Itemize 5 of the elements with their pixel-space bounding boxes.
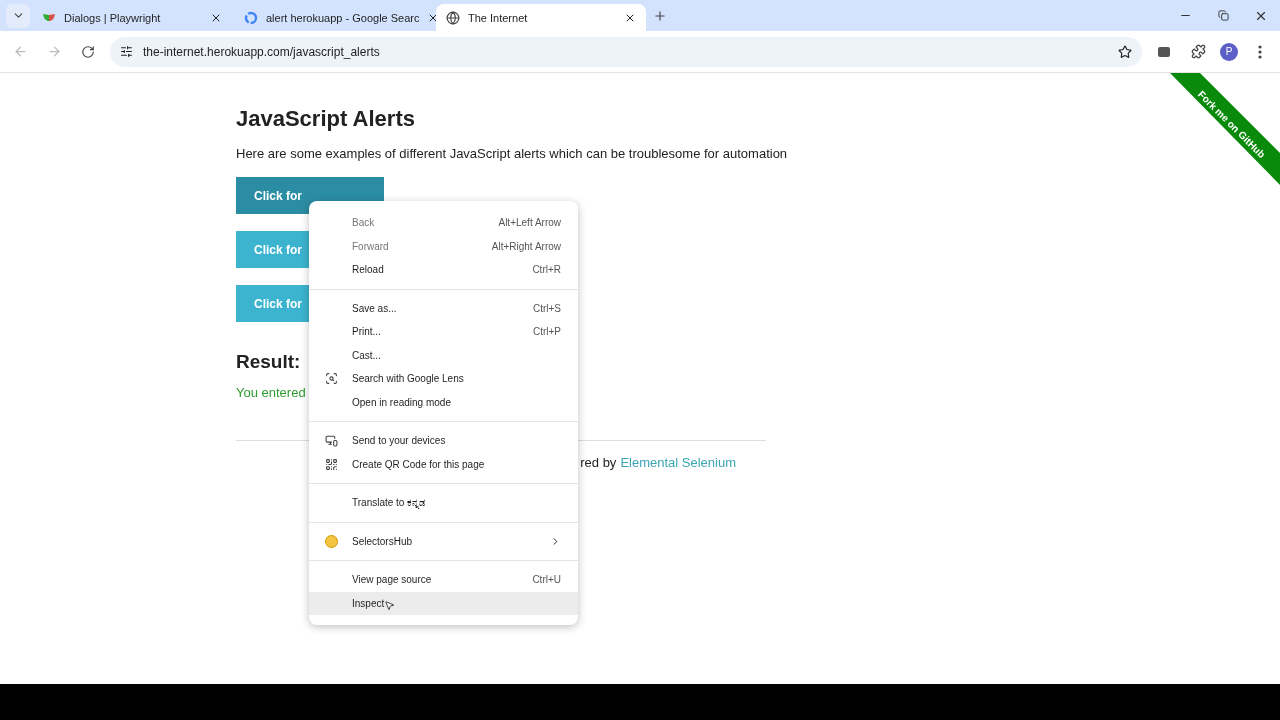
page-heading: JavaScript Alerts xyxy=(236,106,415,132)
result-heading: Result: xyxy=(236,351,301,373)
footer-text: red by xyxy=(580,455,617,470)
intro-text: Here are some examples of different JavaScript alerts which can be troublesome for automation xyxy=(236,146,788,161)
result-text: You entered xyxy=(236,385,306,400)
